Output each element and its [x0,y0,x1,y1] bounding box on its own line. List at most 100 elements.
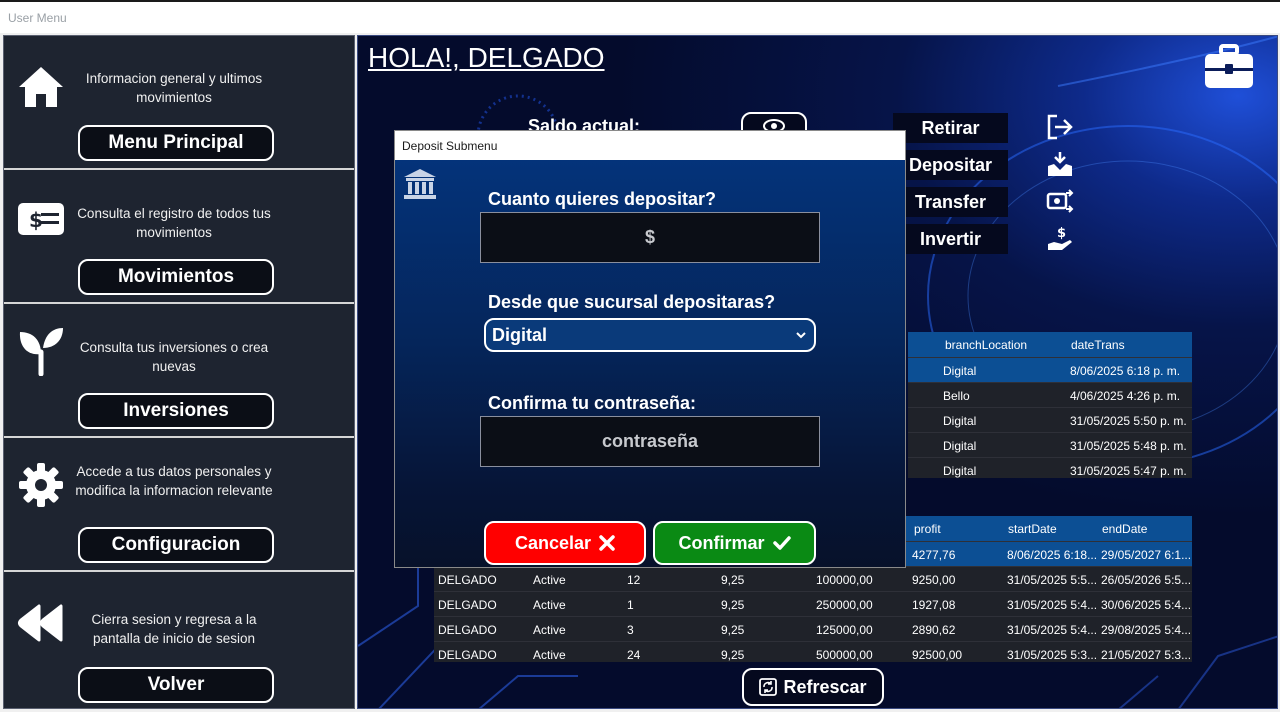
chevron-down-icon [796,332,806,339]
retirar-button[interactable]: Retirar [893,113,1008,143]
close-icon [599,535,615,551]
invest-hand-icon[interactable]: $ [1046,224,1074,252]
configuracion-button[interactable]: Configuracion [78,527,274,563]
password-input[interactable]: contraseña [480,416,820,467]
transactions-table: branchLocation dateTrans Digital 8/06/202… [908,332,1192,478]
table-cell: Digital [943,364,977,378]
confirm-label: Confirmar [678,532,765,553]
bank-icon [403,168,437,200]
column-header[interactable]: branchLocation [945,338,1027,352]
invertir-button[interactable]: Invertir [893,224,1008,254]
table-cell: 29/05/2027 6:1... [1101,548,1191,562]
table-cell: 4/06/2025 4:26 p. m. [1070,389,1181,403]
table-cell: 500000,00 [816,648,873,662]
table-cell: Digital [943,439,977,453]
table-cell: 125000,00 [816,623,873,637]
dialog-titlebar: Deposit Submenu [395,131,905,160]
sidebar-description: Accede a tus datos personales y modifica… [75,464,273,498]
table-cell: 8/06/2025 6:18 p. m. [1070,364,1181,378]
table-cell: 9,25 [721,573,745,587]
password-label: Confirma tu contraseña: [488,393,697,413]
table-cell: 21/05/2027 5:3... [1101,648,1191,662]
svg-text:$: $ [1057,226,1066,241]
table-header: branchLocation dateTrans [908,332,1192,357]
amount-label: Cuanto quieres depositar? [488,189,717,209]
depositar-button[interactable]: Depositar [893,150,1008,180]
table-row[interactable]: Digital 31/05/2025 5:48 p. m. [908,432,1192,457]
table-row[interactable]: Digital 31/05/2025 5:50 p. m. [908,407,1192,432]
sidebar-section-volver: Cierra sesion y regresa a la pantalla de… [4,572,354,706]
sidebar-section-movimientos: $ Consulta el registro de todos tus movi… [4,170,354,304]
table-cell: 4277,76 [912,548,956,562]
column-header[interactable]: endDate [1102,522,1147,536]
table-cell: 31/05/2025 5:50 p. m. [1070,414,1187,428]
check-icon [772,536,791,550]
table-row[interactable]: DELGADO Active 1 9,25 250000,00 1927,08 … [434,591,1192,616]
table-row[interactable]: Bello 4/06/2025 4:26 p. m. [908,382,1192,407]
table-row[interactable]: Digital 8/06/2025 6:18 p. m. [908,357,1192,382]
table-row[interactable]: DELGADO Active 3 9,25 125000,00 2890,62 … [434,616,1192,641]
sidebar-section-configuracion: Accede a tus datos personales y modifica… [4,438,354,572]
table-cell: 1927,08 [912,598,956,612]
table-cell: 9,25 [721,598,745,612]
dialog-title: Deposit Submenu [402,139,498,153]
sidebar-description: Cierra sesion y regresa a la pantalla de… [91,612,257,646]
table-cell: 31/05/2025 5:48 p. m. [1070,439,1187,453]
table-cell: 30/06/2025 5:4... [1101,598,1191,612]
home-icon [14,60,68,114]
greeting-title: HOLA!, DELGADO [368,42,605,73]
sprout-icon [14,324,68,378]
gear-icon [14,458,68,512]
table-cell: 29/08/2025 5:4... [1101,623,1191,637]
table-cell: Active [533,648,566,662]
briefcase-icon [1204,44,1254,90]
table-cell: 2890,62 [912,623,956,637]
table-cell: 1 [627,598,634,612]
inversiones-button[interactable]: Inversiones [78,393,274,429]
column-header[interactable]: profit [914,522,941,536]
table-cell: Active [533,573,566,587]
table-cell: 250000,00 [816,598,873,612]
table-cell: 31/05/2025 5:3... [1007,648,1097,662]
deposit-icon[interactable] [1046,150,1074,178]
rewind-icon [14,596,68,650]
refresh-label: Refrescar [783,676,867,697]
column-header[interactable]: dateTrans [1071,338,1125,352]
sidebar: Informacion general y ultimos movimiento… [3,35,355,709]
window-titlebar: User Menu [0,0,1280,33]
branch-select[interactable]: Digital [484,318,816,352]
sidebar-description: Consulta tus inversiones o crea nuevas [79,340,269,374]
table-cell: DELGADO [438,648,497,662]
table-cell: Bello [943,389,970,403]
menu-principal-button[interactable]: Menu Principal [78,125,274,161]
amount-input[interactable]: $ [480,212,820,263]
table-cell: 31/05/2025 5:5... [1007,573,1097,587]
money-icon: $ [14,192,68,246]
table-cell: 9250,00 [912,573,956,587]
table-cell: 26/05/2026 5:5... [1101,573,1191,587]
movimientos-button[interactable]: Movimientos [78,259,274,295]
confirm-button[interactable]: Confirmar [653,521,816,565]
svg-text:$: $ [29,208,43,232]
sidebar-section-menu-principal: Informacion general y ultimos movimiento… [4,36,354,170]
transfer-icon[interactable] [1046,187,1074,215]
cancel-button[interactable]: Cancelar [484,521,646,565]
volver-button[interactable]: Volver [78,667,274,703]
table-cell: 100000,00 [816,573,873,587]
column-header[interactable]: startDate [1008,522,1057,536]
table-row[interactable]: Digital 31/05/2025 5:47 p. m. [908,457,1192,482]
table-cell: Digital [943,414,977,428]
table-cell: 8/06/2025 6:18... [1007,548,1097,562]
table-row[interactable]: DELGADO Active 12 9,25 100000,00 9250,00… [434,566,1192,591]
table-cell: 9,25 [721,623,745,637]
refresh-button[interactable]: Refrescar [742,668,884,706]
table-cell: 12 [627,573,641,587]
dialog-body: Cuanto quieres depositar? $ Desde que su… [395,160,905,567]
table-cell: Active [533,598,566,612]
table-cell: Digital [943,464,977,478]
sidebar-description: Consulta el registro de todos tus movimi… [77,206,271,240]
transfer-button[interactable]: Transfer [893,187,1008,217]
logout-icon[interactable] [1046,113,1074,141]
table-row[interactable]: DELGADO Active 24 9,25 500000,00 92500,0… [434,641,1192,666]
deposit-dialog: Deposit Submenu Cuanto quieres depositar… [394,130,906,568]
